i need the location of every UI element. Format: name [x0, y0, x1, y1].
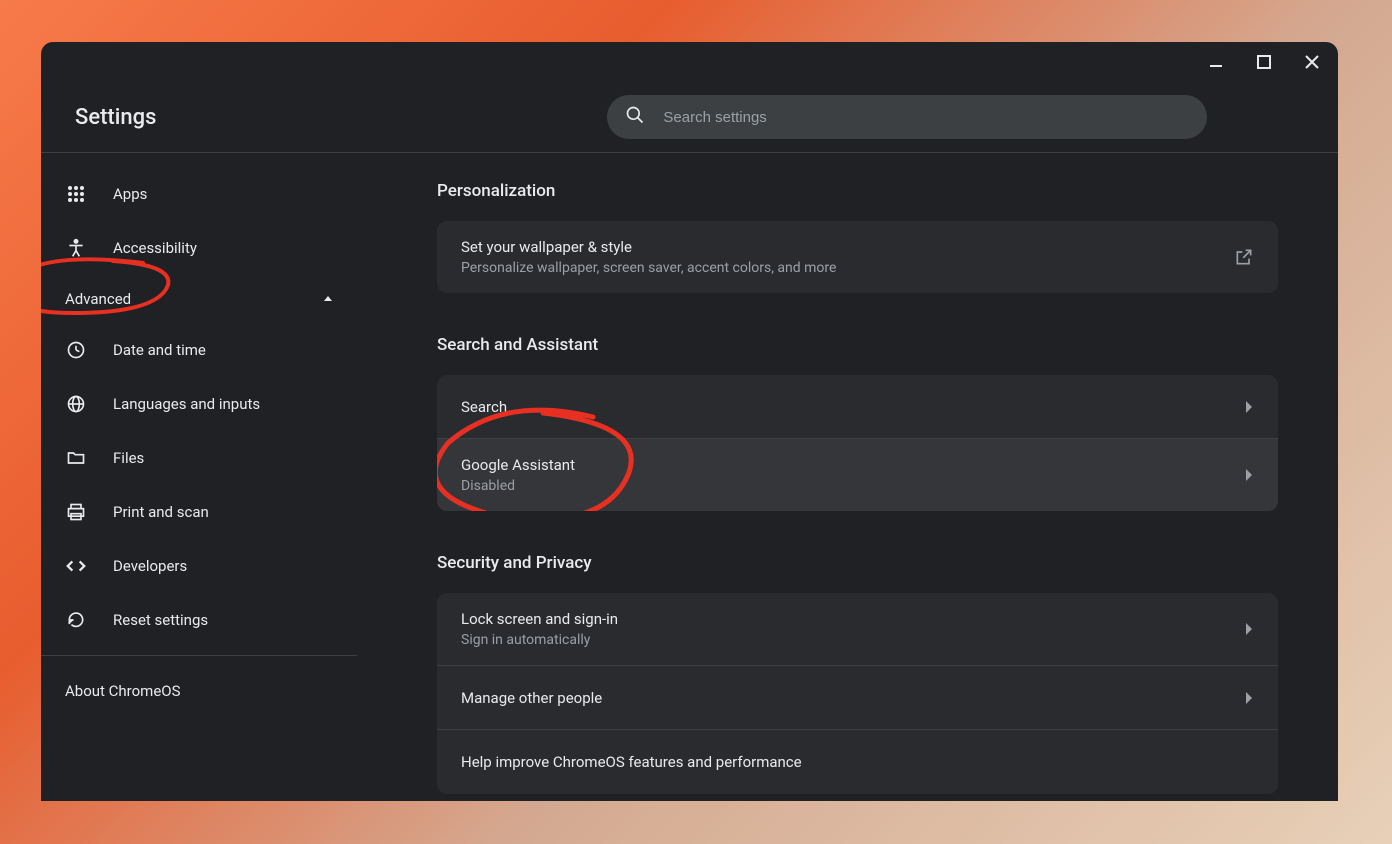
maximize-button[interactable]	[1250, 48, 1278, 76]
sidebar-item-about[interactable]: About ChromeOS	[41, 664, 357, 718]
minimize-button[interactable]	[1202, 48, 1230, 76]
card-group-search-assistant: Search Google Assistant Disabled	[437, 375, 1278, 511]
row-title: Set your wallpaper & style	[461, 238, 836, 256]
card-group-security-privacy: Lock screen and sign-in Sign in automati…	[437, 593, 1278, 794]
row-title: Lock screen and sign-in	[461, 610, 618, 628]
sidebar-item-label: Print and scan	[113, 503, 209, 521]
header: Settings	[41, 82, 1338, 152]
search-container[interactable]	[607, 95, 1207, 139]
row-subtitle: Sign in automatically	[461, 632, 618, 648]
main-content: Personalization Set your wallpaper & sty…	[357, 153, 1338, 801]
chevron-right-icon	[1244, 692, 1254, 704]
sidebar-item-label: Developers	[113, 557, 187, 575]
sidebar-item-label: Reset settings	[113, 611, 208, 629]
code-icon	[65, 555, 87, 577]
apps-icon	[65, 183, 87, 205]
row-search[interactable]: Search	[437, 375, 1278, 439]
print-icon	[65, 501, 87, 523]
accessibility-icon	[65, 237, 87, 259]
row-title: Manage other people	[461, 689, 602, 707]
search-icon	[625, 105, 645, 129]
sidebar-item-reset[interactable]: Reset settings	[41, 593, 357, 647]
card-group-personalization: Set your wallpaper & style Personalize w…	[437, 221, 1278, 293]
sidebar-item-label: Apps	[113, 185, 147, 203]
chevron-up-icon	[323, 290, 333, 308]
sidebar: Apps Accessibility Advanced	[41, 153, 357, 801]
close-button[interactable]	[1298, 48, 1326, 76]
reset-icon	[65, 609, 87, 631]
body: Apps Accessibility Advanced	[41, 152, 1338, 801]
app-title: Settings	[75, 105, 156, 130]
sidebar-item-developers[interactable]: Developers	[41, 539, 357, 593]
row-lock-screen[interactable]: Lock screen and sign-in Sign in automati…	[437, 593, 1278, 666]
chevron-right-icon	[1244, 401, 1254, 413]
external-link-icon	[1234, 247, 1254, 267]
section-title-search-assistant: Search and Assistant	[437, 335, 1278, 355]
row-title: Help improve ChromeOS features and perfo…	[461, 753, 802, 771]
chevron-right-icon	[1244, 623, 1254, 635]
sidebar-item-date-time[interactable]: Date and time	[41, 323, 357, 377]
sidebar-item-label: Accessibility	[113, 239, 197, 257]
globe-icon	[65, 393, 87, 415]
sidebar-item-apps[interactable]: Apps	[41, 167, 357, 221]
settings-window: Settings Apps Accessibility	[41, 42, 1338, 801]
row-title: Google Assistant	[461, 456, 575, 474]
sidebar-section-label: Advanced	[65, 290, 131, 308]
row-title: Search	[461, 398, 507, 416]
row-subtitle: Personalize wallpaper, screen saver, acc…	[461, 260, 836, 276]
sidebar-item-print[interactable]: Print and scan	[41, 485, 357, 539]
sidebar-item-label: About ChromeOS	[65, 682, 181, 700]
section-title-personalization: Personalization	[437, 181, 1278, 201]
sidebar-section-advanced[interactable]: Advanced	[41, 275, 357, 323]
sidebar-item-label: Languages and inputs	[113, 395, 260, 413]
sidebar-item-files[interactable]: Files	[41, 431, 357, 485]
sidebar-item-languages[interactable]: Languages and inputs	[41, 377, 357, 431]
sidebar-item-label: Date and time	[113, 341, 206, 359]
section-title-security-privacy: Security and Privacy	[437, 553, 1278, 573]
sidebar-divider	[41, 655, 357, 656]
folder-icon	[65, 447, 87, 469]
row-wallpaper[interactable]: Set your wallpaper & style Personalize w…	[437, 221, 1278, 293]
search-input[interactable]	[663, 109, 1189, 126]
sidebar-item-accessibility[interactable]: Accessibility	[41, 221, 357, 275]
row-google-assistant[interactable]: Google Assistant Disabled	[437, 439, 1278, 511]
row-help-improve[interactable]: Help improve ChromeOS features and perfo…	[437, 730, 1278, 794]
chevron-right-icon	[1244, 469, 1254, 481]
row-manage-people[interactable]: Manage other people	[437, 666, 1278, 730]
sidebar-item-label: Files	[113, 449, 144, 467]
titlebar	[41, 42, 1338, 82]
clock-icon	[65, 339, 87, 361]
row-subtitle: Disabled	[461, 478, 575, 494]
